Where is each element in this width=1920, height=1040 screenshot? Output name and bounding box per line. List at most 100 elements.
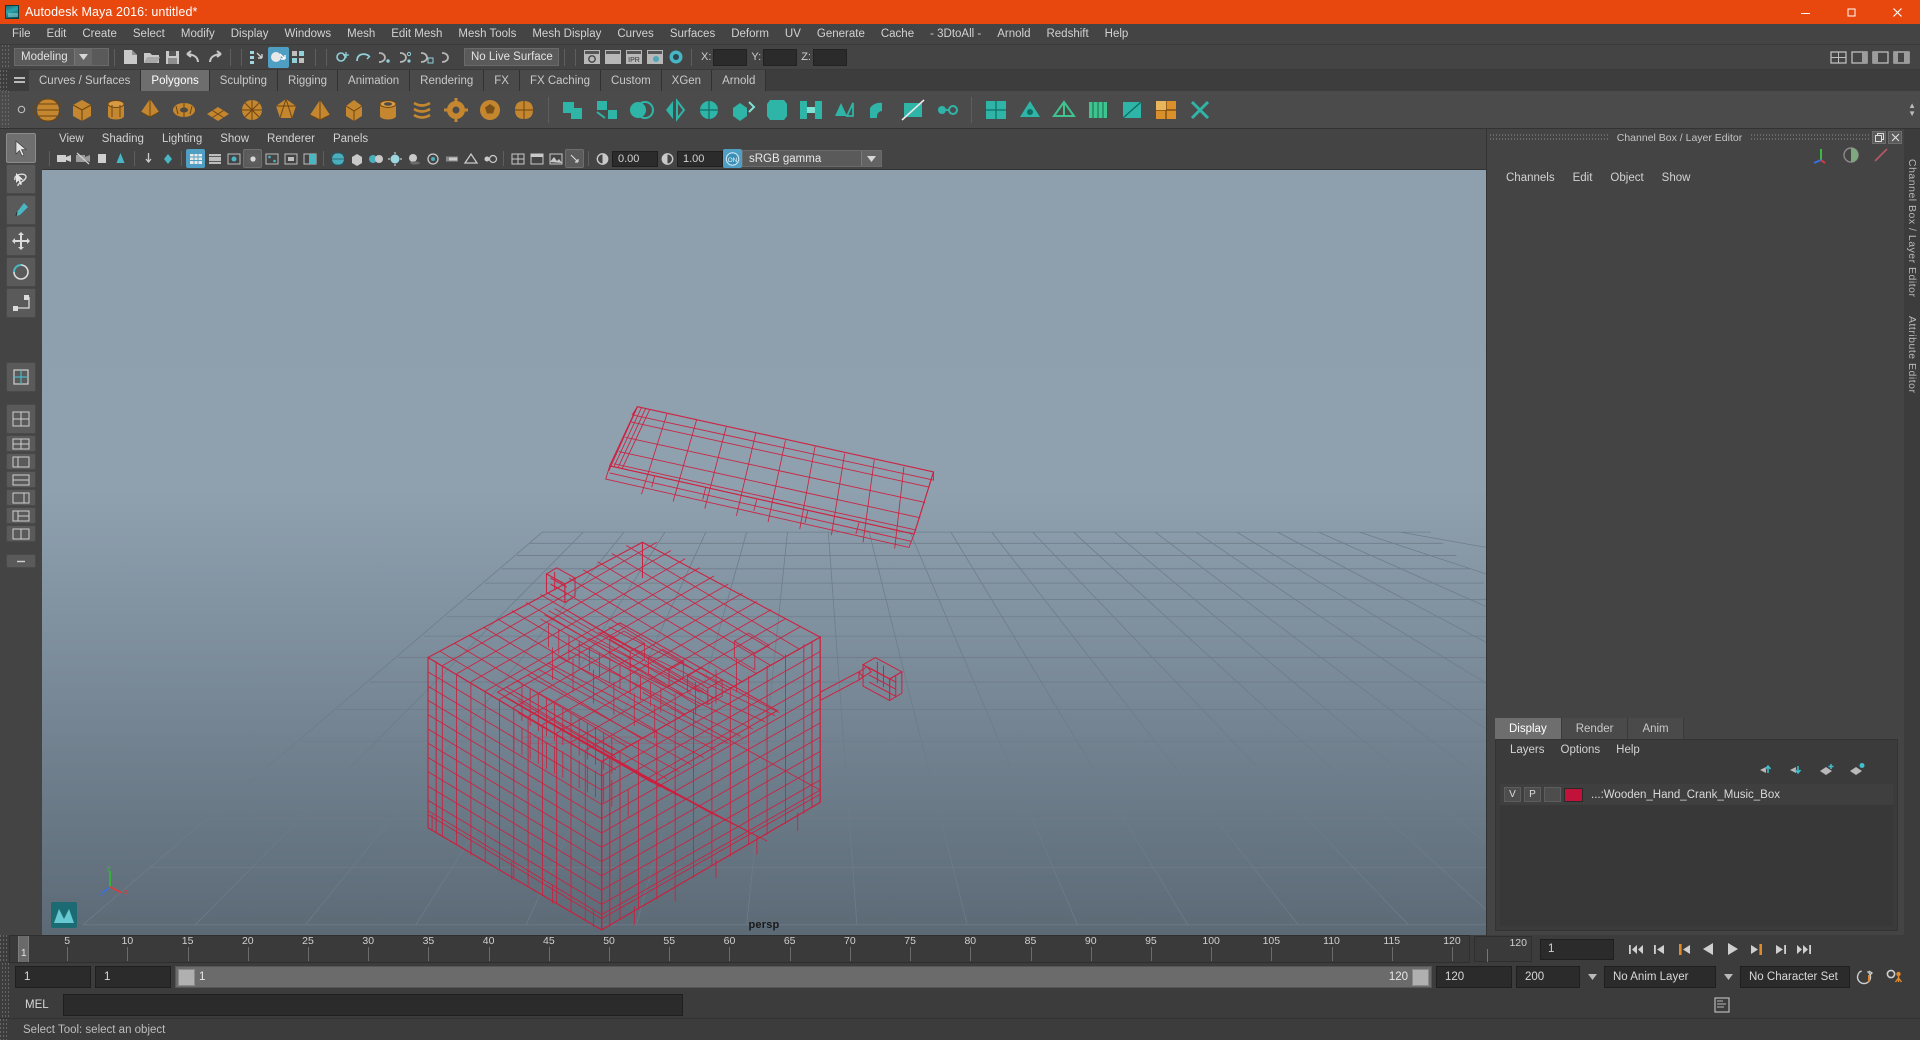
layout-outliner-persp-icon[interactable]: [6, 453, 36, 470]
close-panel-icon[interactable]: [1888, 131, 1902, 144]
shelf-tab-curves-surfaces[interactable]: Curves / Surfaces: [29, 70, 142, 91]
animation-start-time-field[interactable]: 1: [15, 966, 91, 988]
viewport-menu-shading[interactable]: Shading: [93, 132, 153, 146]
select-by-component-icon[interactable]: [289, 47, 310, 68]
shelf-tab-custom[interactable]: Custom: [601, 70, 662, 91]
bookmark-icon[interactable]: [111, 149, 130, 168]
viewport-menu-lighting[interactable]: Lighting: [153, 132, 211, 146]
playback-end-time-field[interactable]: 120: [1436, 966, 1512, 988]
render-current-frame-icon[interactable]: [581, 47, 602, 68]
menu-item-edit-mesh[interactable]: Edit Mesh: [383, 26, 450, 42]
animation-end-time-field[interactable]: 200: [1516, 966, 1580, 988]
shelf-poly-bridge-icon[interactable]: [795, 94, 827, 126]
snap-to-grid-icon[interactable]: [332, 47, 353, 68]
shelf-poly-gear-icon[interactable]: [440, 94, 472, 126]
multisample-icon[interactable]: [461, 149, 480, 168]
layer-menu-help[interactable]: Help: [1608, 743, 1648, 757]
lock-camera-icon[interactable]: [73, 149, 92, 168]
z-coordinate-field[interactable]: [812, 48, 847, 66]
shelf-row-grip[interactable]: [2, 91, 11, 128]
channel-menu-channels[interactable]: Channels: [1497, 171, 1564, 185]
layout-four-view-icon[interactable]: [6, 435, 36, 452]
shading-half-icon[interactable]: [1842, 146, 1860, 169]
camera-attributes-icon[interactable]: [92, 149, 111, 168]
show-hide-tool-settings-icon[interactable]: [1870, 47, 1891, 68]
redo-icon[interactable]: [204, 47, 225, 68]
range-slider[interactable]: 1 120: [175, 966, 1432, 988]
smooth-shade-all-icon[interactable]: [347, 149, 366, 168]
depth-of-field-icon[interactable]: [480, 149, 499, 168]
shelf-menu-icon[interactable]: [9, 70, 29, 91]
menu-item-help[interactable]: Help: [1097, 26, 1137, 42]
shelf-poly-prism-icon[interactable]: [338, 94, 370, 126]
side-tab-attribute-editor[interactable]: Attribute Editor: [1906, 316, 1918, 393]
go-to-end-icon[interactable]: [1792, 937, 1816, 961]
shelf-poly-sculpt-icon[interactable]: [1014, 94, 1046, 126]
shelf-poly-bevel-icon[interactable]: [761, 94, 793, 126]
channel-menu-object[interactable]: Object: [1601, 171, 1652, 185]
shelf-poly-booleans-icon[interactable]: [625, 94, 657, 126]
show-hide-channel-box-icon[interactable]: [1891, 47, 1912, 68]
shelf-tab-arnold[interactable]: Arnold: [712, 70, 767, 91]
shelf-tab-polygons[interactable]: Polygons: [141, 70, 210, 91]
paint-select-tool[interactable]: [6, 195, 36, 225]
shelf-uv-editor-icon[interactable]: [1150, 94, 1182, 126]
new-scene-icon[interactable]: [120, 47, 141, 68]
select-region-icon[interactable]: [565, 149, 584, 168]
layout-persp-graph-icon[interactable]: [6, 471, 36, 488]
select-tool[interactable]: [6, 133, 36, 163]
transform-axes-icon[interactable]: [1812, 146, 1830, 169]
menu-item-modify[interactable]: Modify: [173, 26, 223, 42]
screen-space-ao-icon[interactable]: [423, 149, 442, 168]
tab-anim[interactable]: Anim: [1628, 718, 1684, 739]
layer-playback-toggle[interactable]: P: [1524, 787, 1541, 802]
step-back-frame-icon[interactable]: [1672, 937, 1696, 961]
show-hide-attribute-editor-icon[interactable]: [1849, 47, 1870, 68]
menu-item-curves[interactable]: Curves: [609, 26, 661, 42]
menu-item-redshift[interactable]: Redshift: [1038, 26, 1096, 42]
perspective-viewport[interactable]: persp y x z: [42, 170, 1486, 935]
layer-visibility-toggle[interactable]: V: [1504, 787, 1521, 802]
maximize-button[interactable]: [1828, 0, 1874, 24]
range-start-handle[interactable]: [178, 968, 195, 986]
layer-shading-toggle[interactable]: [1544, 787, 1561, 802]
shelf-poly-smooth-icon[interactable]: [693, 94, 725, 126]
current-time-indicator[interactable]: 1: [18, 936, 29, 962]
menu-item-arnold[interactable]: Arnold: [989, 26, 1038, 42]
layer-menu-layers[interactable]: Layers: [1502, 743, 1553, 757]
diagonal-line-icon[interactable]: [1872, 146, 1890, 169]
layout-expand-icon[interactable]: [6, 554, 36, 568]
layout-two-pane-icon[interactable]: [6, 525, 36, 542]
shelf-poly-target-weld-icon[interactable]: [931, 94, 963, 126]
shelf-poly-cleanup-icon[interactable]: [1184, 94, 1216, 126]
channel-menu-show[interactable]: Show: [1653, 171, 1700, 185]
xray-icon[interactable]: [262, 149, 281, 168]
shelf-tab-fx[interactable]: FX: [484, 70, 520, 91]
play-backwards-icon[interactable]: [1696, 937, 1720, 961]
layer-color-swatch[interactable]: [1564, 787, 1583, 802]
shelf-poly-sphere-icon[interactable]: [32, 94, 64, 126]
shelf-poly-helix-icon[interactable]: [406, 94, 438, 126]
shelf-poly-soccer-icon[interactable]: [474, 94, 506, 126]
snap-to-curve-icon[interactable]: [353, 47, 374, 68]
menu-item-mesh-display[interactable]: Mesh Display: [524, 26, 609, 42]
viewport-menu-panels[interactable]: Panels: [324, 132, 377, 146]
render-settings-icon[interactable]: [644, 47, 665, 68]
step-back-keyframe-icon[interactable]: [1648, 937, 1672, 961]
panel-grip-left[interactable]: [1489, 133, 1609, 142]
tab-display[interactable]: Display: [1495, 718, 1562, 739]
move-layer-up-icon[interactable]: [1759, 762, 1775, 781]
hardware-texturing-icon[interactable]: [366, 149, 385, 168]
layout-three-pane-icon[interactable]: [6, 507, 36, 524]
make-live-icon[interactable]: [437, 47, 458, 68]
hud-icon[interactable]: [527, 149, 546, 168]
close-button[interactable]: [1874, 0, 1920, 24]
x-coordinate-field[interactable]: [713, 48, 748, 66]
snap-to-point-icon[interactable]: [374, 47, 395, 68]
statusbar-grip[interactable]: [2, 45, 11, 69]
shelf-poly-triangulate-icon[interactable]: [1116, 94, 1148, 126]
color-management-icon[interactable]: ON: [723, 149, 742, 168]
shelf-poly-wedge-icon[interactable]: [863, 94, 895, 126]
character-set-chevron-icon[interactable]: [1720, 974, 1736, 980]
character-set-selector[interactable]: No Character Set: [1740, 966, 1850, 988]
